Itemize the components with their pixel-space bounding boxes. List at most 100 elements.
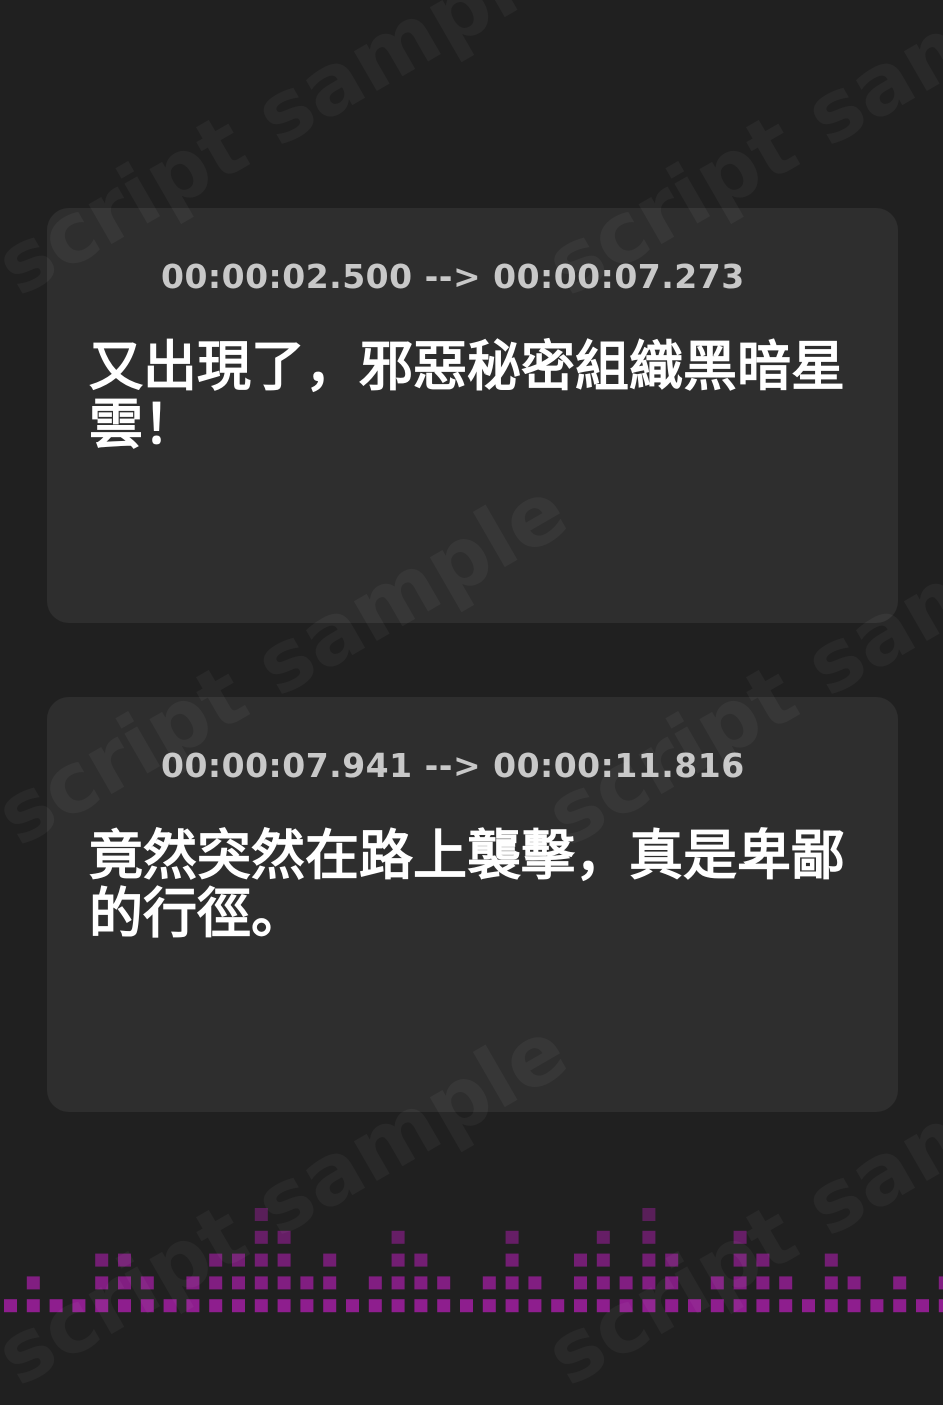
equalizer-block: [619, 1276, 633, 1290]
timestamp-range: 00:00:07.941 --> 00:00:11.816: [161, 745, 745, 785]
equalizer-block: [95, 1299, 109, 1313]
equalizer-block: [505, 1276, 519, 1290]
equalizer-block: [596, 1253, 610, 1267]
equalizer-decoration: [4, 1208, 943, 1313]
equalizer-block: [118, 1299, 131, 1313]
equalizer-block: [209, 1253, 223, 1267]
equalizer-block: [277, 1253, 291, 1267]
equalizer-block: [323, 1299, 337, 1313]
equalizer-block: [186, 1299, 200, 1313]
equalizer-block: [95, 1253, 109, 1267]
equalizer-block: [596, 1230, 610, 1244]
equalizer-block: [482, 1299, 496, 1313]
sound-wave-icon: [90, 256, 136, 296]
subtitle-header: 00:00:07.941 --> 00:00:11.816: [89, 745, 745, 785]
equalizer-block: [665, 1299, 679, 1313]
equalizer-block: [186, 1276, 200, 1290]
equalizer-block: [232, 1276, 245, 1290]
equalizer-block: [95, 1276, 109, 1290]
equalizer-block: [642, 1230, 656, 1244]
equalizer-block: [118, 1276, 131, 1290]
equalizer-block: [824, 1253, 838, 1267]
equalizer-block: [482, 1276, 496, 1290]
sound-wave-icon: [90, 745, 136, 785]
subtitle-text: 竟然突然在路上襲擊，真是卑鄙的行徑。: [89, 824, 845, 945]
subtitle-card: 00:00:07.941 --> 00:00:11.816 竟然突然在路上襲擊，…: [47, 697, 898, 1112]
equalizer-block: [642, 1276, 656, 1290]
equalizer-block: [368, 1276, 382, 1290]
equalizer-block: [505, 1299, 519, 1313]
equalizer-block: [893, 1299, 907, 1313]
equalizer-block: [391, 1299, 405, 1313]
equalizer-block: [528, 1276, 542, 1290]
equalizer-block: [642, 1208, 656, 1221]
equalizer-block: [140, 1276, 154, 1290]
equalizer-block: [300, 1276, 314, 1290]
equalizer-block: [209, 1299, 223, 1313]
subtitle-text: 又出現了，邪惡秘密組織黑暗星雲！: [89, 335, 845, 456]
equalizer-block: [254, 1276, 268, 1290]
equalizer-block: [528, 1299, 542, 1313]
equalizer-block: [596, 1276, 610, 1290]
equalizer-block: [916, 1299, 929, 1313]
equalizer-block: [710, 1299, 724, 1313]
equalizer-block: [802, 1299, 815, 1313]
equalizer-block: [847, 1276, 861, 1290]
equalizer-block: [574, 1276, 587, 1290]
equalizer-block: [323, 1253, 337, 1267]
equalizer-block: [642, 1253, 656, 1267]
equalizer-block: [870, 1299, 884, 1313]
equalizer-block: [756, 1253, 770, 1267]
equalizer-block: [163, 1299, 177, 1313]
equalizer-block: [824, 1276, 838, 1290]
equalizer-block: [414, 1299, 428, 1313]
equalizer-block: [26, 1276, 40, 1290]
equalizer-block: [688, 1299, 701, 1313]
equalizer-block: [277, 1299, 291, 1313]
equalizer-block: [414, 1276, 428, 1290]
equalizer-block: [209, 1276, 223, 1290]
equalizer-block: [300, 1299, 314, 1313]
equalizer-block: [505, 1253, 519, 1267]
equalizer-block: [779, 1276, 793, 1290]
equalizer-block: [574, 1253, 587, 1267]
equalizer-block: [254, 1230, 268, 1244]
equalizer-block: [710, 1276, 724, 1290]
equalizer-block: [26, 1299, 40, 1313]
equalizer-block: [460, 1299, 473, 1313]
equalizer-block: [414, 1253, 428, 1267]
equalizer-block: [893, 1276, 907, 1290]
equalizer-block: [665, 1276, 679, 1290]
equalizer-block: [140, 1299, 154, 1313]
equalizer-block: [756, 1299, 770, 1313]
equalizer-block: [824, 1299, 838, 1313]
equalizer-block: [323, 1276, 337, 1290]
equalizer-block: [72, 1299, 86, 1313]
equalizer-block: [938, 1276, 943, 1290]
equalizer-block: [619, 1299, 633, 1313]
equalizer-block: [232, 1299, 245, 1313]
equalizer-block: [391, 1253, 405, 1267]
equalizer-block: [574, 1299, 587, 1313]
timestamp-range: 00:00:02.500 --> 00:00:07.273: [161, 256, 745, 296]
subtitle-card: 00:00:02.500 --> 00:00:07.273 又出現了，邪惡秘密組…: [47, 208, 898, 623]
equalizer-block: [505, 1230, 519, 1244]
equalizer-block: [49, 1299, 63, 1313]
equalizer-block: [551, 1299, 565, 1313]
equalizer-block: [254, 1208, 268, 1221]
equalizer-block: [346, 1299, 359, 1313]
equalizer-block: [642, 1299, 656, 1313]
equalizer-block: [277, 1276, 291, 1290]
equalizer-block: [437, 1299, 451, 1313]
equalizer-block: [4, 1299, 17, 1313]
equalizer-block: [391, 1276, 405, 1290]
equalizer-block: [118, 1253, 131, 1267]
equalizer-block: [665, 1253, 679, 1267]
equalizer-block: [437, 1276, 451, 1290]
equalizer-block: [277, 1230, 291, 1244]
equalizer-block: [368, 1299, 382, 1313]
equalizer-block: [596, 1299, 610, 1313]
equalizer-block: [847, 1299, 861, 1313]
equalizer-block: [733, 1299, 747, 1313]
equalizer-block: [733, 1230, 747, 1244]
